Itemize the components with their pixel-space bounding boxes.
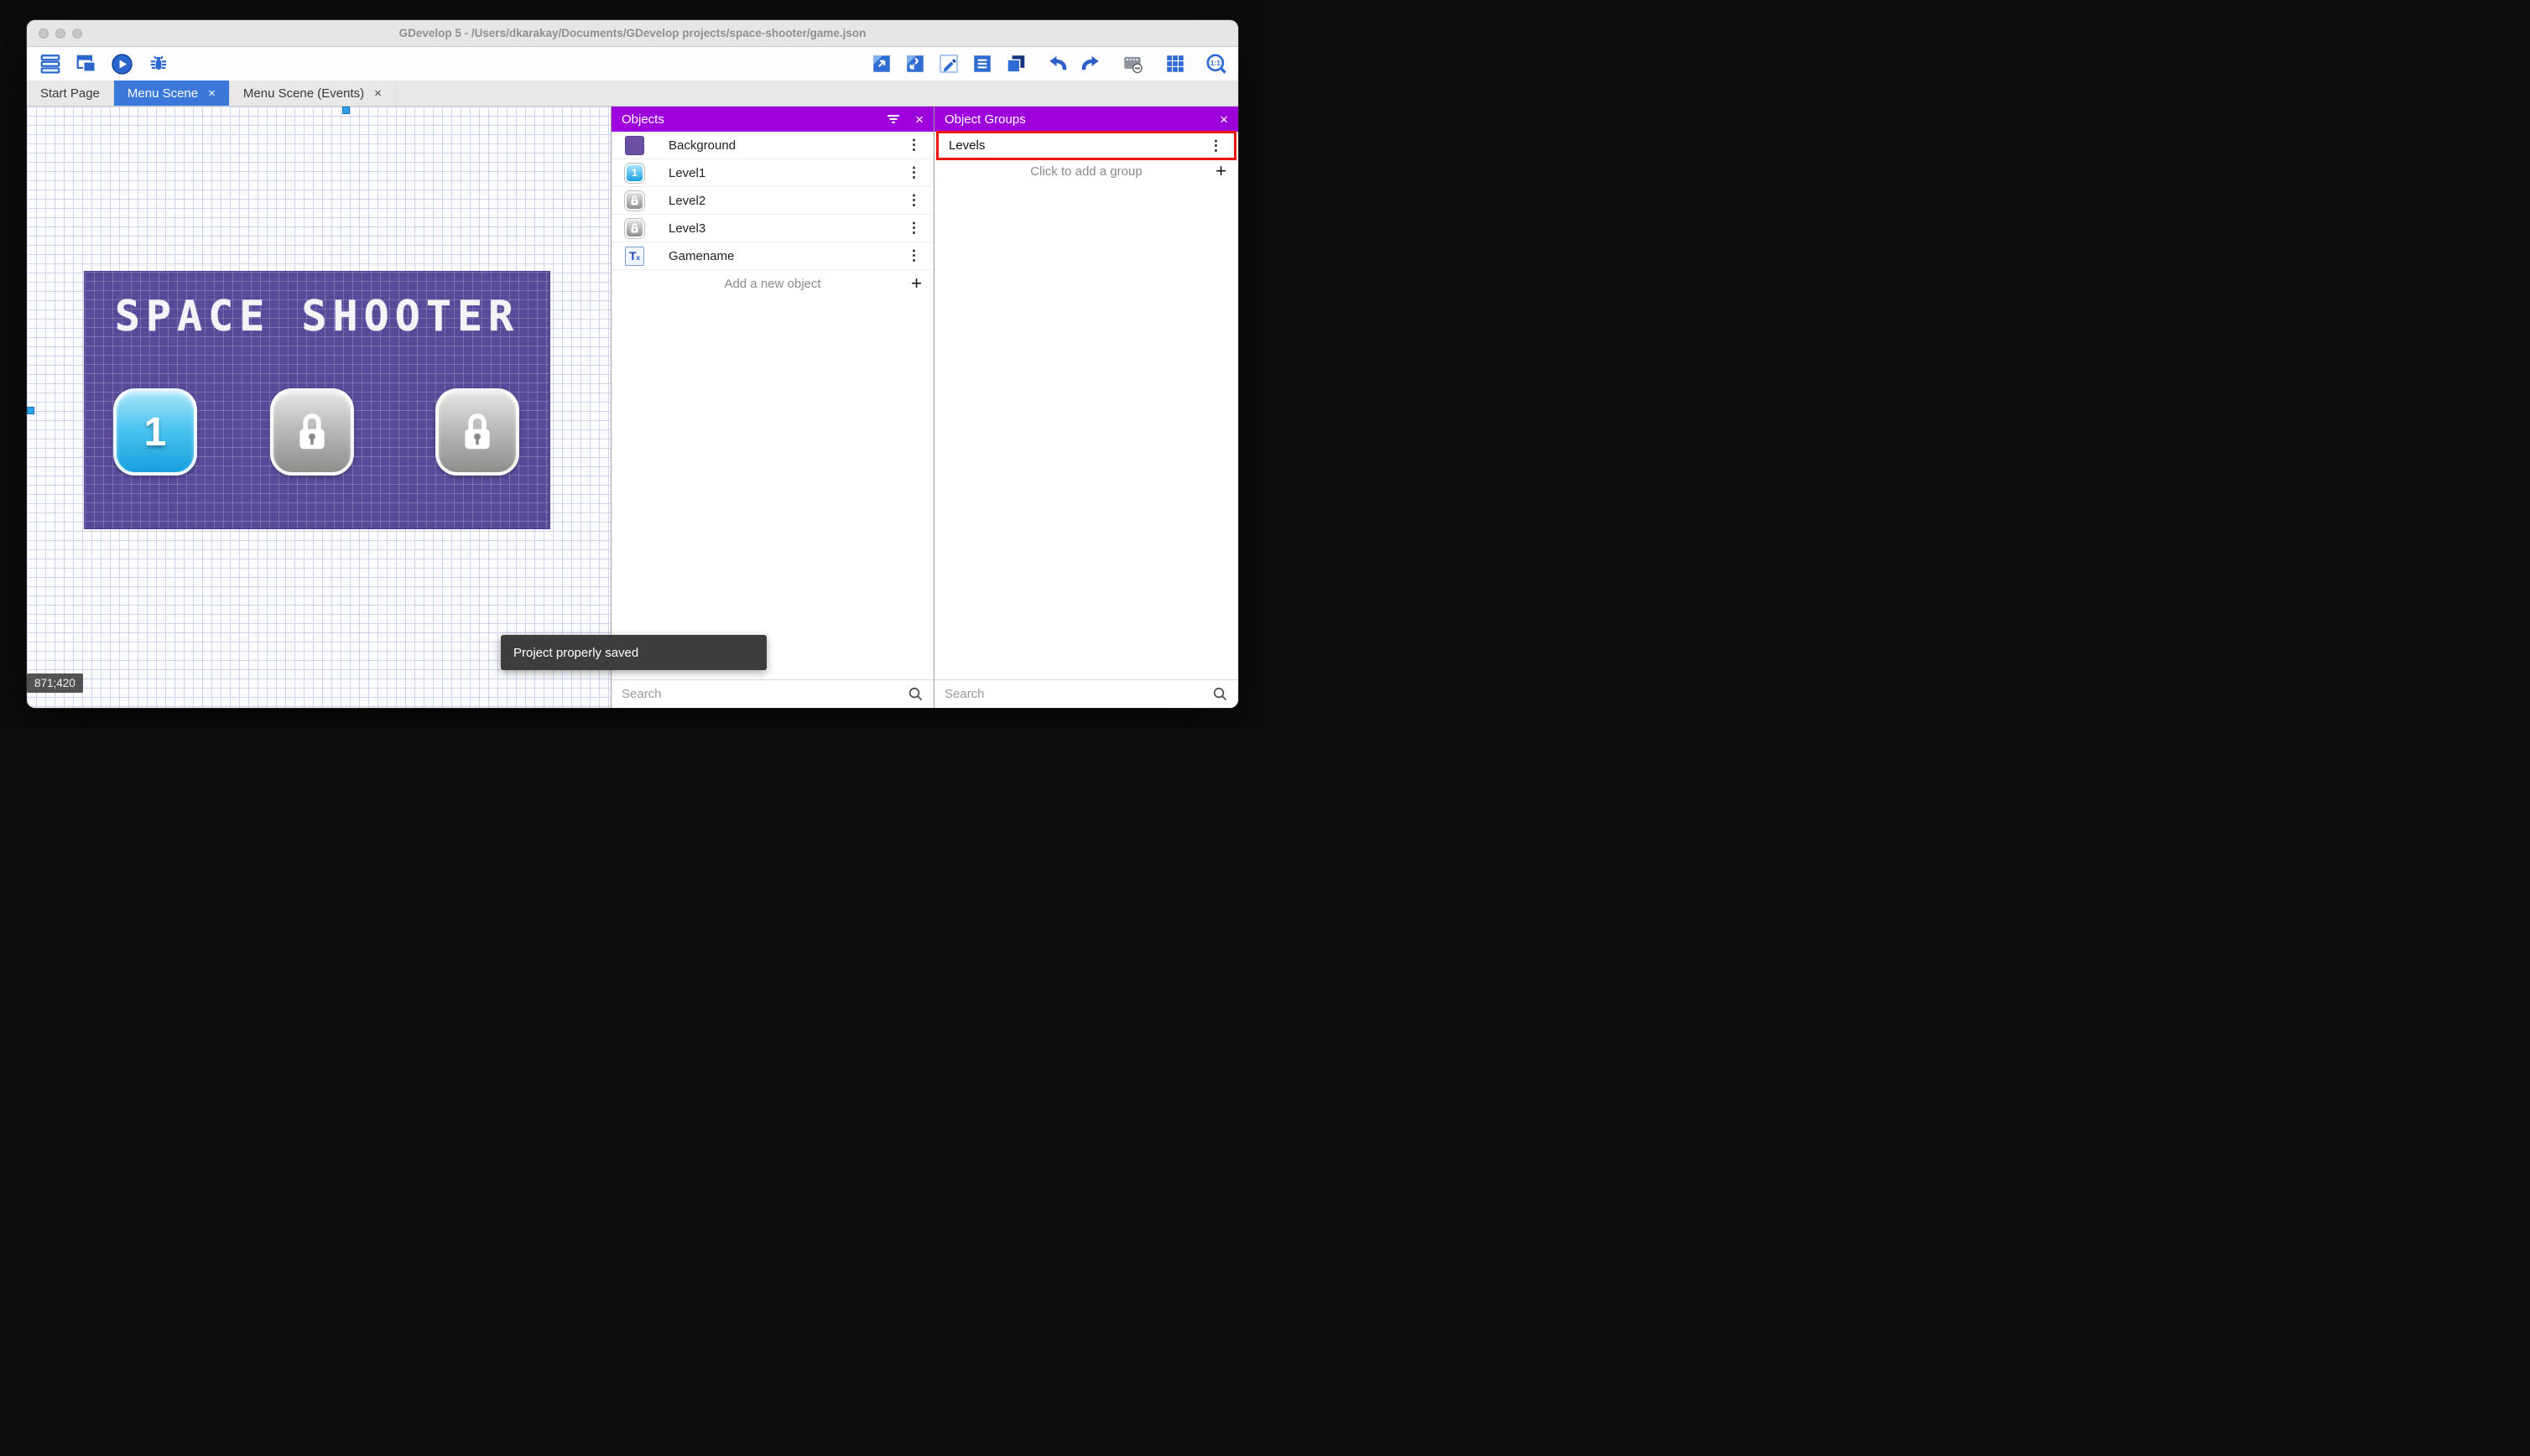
layers-editor-icon[interactable] (1004, 53, 1027, 75)
render-mask-icon[interactable] (1122, 53, 1144, 75)
grid-toggle-icon[interactable] (1163, 53, 1186, 75)
cursor-coordinates-readout: 871;420 (27, 673, 83, 693)
close-tab-icon[interactable]: × (208, 86, 216, 101)
groups-search-bar (934, 679, 1238, 708)
tab-label: Menu Scene (127, 86, 199, 101)
traffic-lights (39, 28, 82, 39)
object-groups-panel: Object Groups × Levels ⋮ Click to add a … (934, 107, 1238, 708)
scene-window-icon[interactable] (75, 53, 97, 75)
maximize-window-button[interactable] (72, 28, 82, 39)
object-row-gamename[interactable]: Tx Gamename ⋮ (612, 242, 934, 270)
zoom-level-label: 1:1 (1210, 59, 1221, 67)
add-group-plus-icon[interactable]: + (1216, 162, 1226, 180)
search-icon[interactable] (1212, 686, 1228, 702)
object-menu-icon[interactable]: ⋮ (904, 192, 924, 209)
object-name: Background (669, 138, 737, 153)
object-menu-icon[interactable]: ⋮ (904, 164, 924, 181)
window-title: GDevelop 5 - /Users/dkarakay/Documents/G… (398, 27, 867, 39)
add-new-object-row[interactable]: Add a new object + (612, 270, 934, 297)
debug-bug-icon[interactable] (147, 53, 169, 75)
object-name: Level1 (669, 165, 706, 180)
level1-button-instance[interactable]: 1 (113, 388, 197, 476)
objects-search-input[interactable] (622, 687, 908, 701)
redo-icon[interactable] (1080, 53, 1102, 75)
resize-handle-top[interactable] (342, 107, 350, 114)
groups-search-input[interactable] (945, 687, 1212, 701)
add-object-plus-icon[interactable]: + (911, 274, 922, 293)
group-menu-icon[interactable]: ⋮ (1206, 138, 1226, 154)
editor-tabbar: Start Page Menu Scene × Menu Scene (Even… (27, 81, 1238, 107)
resize-handle-left[interactable] (27, 407, 34, 414)
close-tab-icon[interactable]: × (374, 86, 382, 101)
tab-menu-scene[interactable]: Menu Scene × (113, 81, 230, 106)
minimize-window-button[interactable] (55, 28, 65, 39)
object-menu-icon[interactable]: ⋮ (904, 247, 924, 264)
group-row-levels[interactable]: Levels ⋮ (939, 133, 1234, 158)
tab-label: Start Page (40, 86, 100, 101)
level1-number-label: 1 (143, 409, 167, 455)
toast-message: Project properly saved (513, 645, 639, 660)
filter-icon[interactable] (885, 111, 902, 127)
add-new-object-label: Add a new object (724, 276, 821, 291)
save-toast: Project properly saved (501, 635, 767, 670)
objects-panel-title: Objects (622, 112, 664, 127)
object-groups-panel-header: Object Groups × (934, 107, 1238, 132)
object-name: Level2 (669, 193, 706, 208)
add-group-row[interactable]: Click to add a group + (934, 158, 1238, 185)
project-manager-icon[interactable] (39, 53, 61, 75)
desktop-background: GDevelop 5 - /Users/dkarakay/Documents/G… (0, 0, 1265, 728)
level3-button-instance[interactable] (435, 388, 519, 476)
window-titlebar: GDevelop 5 - /Users/dkarakay/Documents/G… (27, 20, 1238, 47)
main-toolbar: 1:1 (27, 47, 1238, 81)
close-panel-icon[interactable]: × (1220, 112, 1228, 127)
annotation-highlight-box: Levels ⋮ (936, 131, 1236, 160)
tab-menu-scene-events[interactable]: Menu Scene (Events) × (230, 81, 396, 106)
object-groups-editor-icon[interactable] (903, 53, 926, 75)
objects-search-bar (612, 679, 934, 708)
locked-level-object-icon (625, 218, 644, 238)
object-row-level3[interactable]: Level3 ⋮ (612, 215, 934, 242)
padlock-icon (631, 195, 638, 205)
undo-icon[interactable] (1046, 53, 1069, 75)
objects-panel-header: Objects × (612, 107, 934, 132)
gamename-text-instance[interactable]: SPACE SHOOTER (85, 292, 549, 341)
level1-object-icon: 1 (625, 163, 644, 183)
text-object-icon: Tx (625, 246, 644, 266)
preview-play-icon[interactable] (111, 53, 133, 75)
gdevelop-window: GDevelop 5 - /Users/dkarakay/Documents/G… (27, 20, 1238, 708)
object-row-level1[interactable]: 1 Level1 ⋮ (612, 159, 934, 187)
objects-panel: Objects × Background ⋮ 1 Level1 ⋮ Level2… (611, 107, 934, 708)
padlock-icon (465, 413, 490, 450)
properties-pencil-icon[interactable] (937, 53, 960, 75)
background-instance[interactable]: SPACE SHOOTER 1 (84, 271, 550, 529)
add-group-label: Click to add a group (1030, 164, 1143, 179)
toolbar-left-group (39, 53, 169, 75)
object-groups-panel-title: Object Groups (945, 112, 1026, 127)
main-area: SPACE SHOOTER 1 871;420 Objects × Backgr… (27, 107, 1238, 708)
object-row-background[interactable]: Background ⋮ (612, 132, 934, 159)
zoom-1-1-icon[interactable]: 1:1 (1205, 53, 1228, 75)
object-menu-icon[interactable]: ⋮ (904, 137, 924, 153)
object-menu-icon[interactable]: ⋮ (904, 220, 924, 237)
tab-start-page[interactable]: Start Page (27, 81, 114, 106)
close-panel-icon[interactable]: × (915, 112, 924, 127)
locked-level-object-icon (625, 190, 644, 211)
scene-editor-canvas[interactable]: SPACE SHOOTER 1 871;420 (27, 107, 611, 708)
tab-label: Menu Scene (Events) (242, 86, 365, 101)
group-name: Levels (949, 138, 986, 153)
background-object-icon (625, 135, 644, 155)
close-window-button[interactable] (39, 28, 49, 39)
padlock-icon (299, 413, 325, 450)
instances-list-icon[interactable] (971, 53, 993, 75)
object-name: Level3 (669, 221, 706, 236)
objects-editor-icon[interactable] (870, 53, 893, 75)
toolbar-right-group: 1:1 (870, 53, 1228, 75)
padlock-icon (631, 223, 638, 233)
object-name: Gamename (669, 248, 735, 263)
level2-button-instance[interactable] (270, 388, 354, 476)
object-row-level2[interactable]: Level2 ⋮ (612, 187, 934, 215)
search-icon[interactable] (908, 686, 924, 702)
